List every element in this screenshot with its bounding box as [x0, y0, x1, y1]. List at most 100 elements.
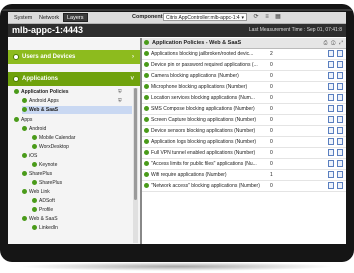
- measure-name: Microphone blocking applications (Number…: [151, 84, 248, 90]
- measure-value: 0: [270, 73, 273, 79]
- graph-icon[interactable]: [328, 149, 334, 156]
- detail-icon[interactable]: [337, 50, 343, 57]
- graph-icon[interactable]: [328, 105, 334, 112]
- graph-icon[interactable]: [328, 127, 334, 134]
- tree-item-android[interactable]: Android: [22, 125, 46, 133]
- graph-icon[interactable]: [328, 182, 334, 189]
- graph-icon[interactable]: [328, 83, 334, 90]
- device-name: mlb-appc-1:4443: [12, 25, 84, 35]
- scrollbar-thumb[interactable]: [134, 88, 137, 200]
- measure-row[interactable]: Camera blocking applications (Number) 0: [142, 71, 346, 82]
- measure-row[interactable]: "Access limits for public files" applica…: [142, 159, 346, 170]
- refresh-icon[interactable]: ⟳: [252, 13, 260, 21]
- detail-icon[interactable]: [337, 160, 343, 167]
- tree-item-application-policies[interactable]: Application Policies ⛨: [14, 88, 122, 96]
- measure-name: Wifi require applications (Number): [151, 172, 227, 178]
- shield-icon: ⛨: [118, 89, 122, 95]
- measure-row[interactable]: SMS Compose blocking applications (Numbe…: [142, 104, 346, 115]
- measure-row[interactable]: Screen Capture blocking applications (Nu…: [142, 115, 346, 126]
- tree-item-shareplus-child[interactable]: SharePlus: [32, 179, 62, 187]
- graph-icon[interactable]: [328, 160, 334, 167]
- status-ok-icon: [144, 73, 149, 78]
- tree-item-apps[interactable]: Apps: [14, 116, 32, 124]
- tree-item-web-saas-selected[interactable]: Web & SaaS: [22, 106, 132, 114]
- detail-icon[interactable]: [337, 149, 343, 156]
- detail-icon[interactable]: [337, 72, 343, 79]
- graph-icon[interactable]: [328, 138, 334, 145]
- tree-item-mobile-calendar[interactable]: Mobile Calendar: [32, 134, 75, 142]
- detail-icon[interactable]: [337, 138, 343, 145]
- measure-row[interactable]: Device pin or password required applicat…: [142, 60, 346, 71]
- tree-item-ios[interactable]: iOS: [22, 152, 37, 160]
- status-ok-icon: [22, 153, 27, 159]
- detail-icon[interactable]: [337, 116, 343, 123]
- tree-item-keynote[interactable]: Keynote: [32, 161, 57, 169]
- graph-icon[interactable]: [328, 116, 334, 123]
- component-select[interactable]: Citrix AppController:mlb-appc-1:4 ▾: [163, 13, 247, 21]
- last-measurement-time: Last Measurement Time : Sep 01, 07:41:8: [248, 27, 342, 33]
- detail-icon[interactable]: [337, 127, 343, 134]
- status-ok-icon: [144, 95, 149, 100]
- detail-icon[interactable]: [337, 83, 343, 90]
- measure-value: 1: [270, 172, 273, 178]
- chevron-down-icon: ˅: [130, 76, 134, 82]
- tab-layers[interactable]: Layers: [63, 13, 88, 22]
- measures-panel: Application Policies - Web & SaaS ⎙ ⓘ ⤢ …: [142, 38, 346, 244]
- detail-icon[interactable]: [337, 94, 343, 101]
- tree-item-profile[interactable]: Profile: [32, 206, 53, 214]
- tree-scrollbar[interactable]: [133, 88, 138, 243]
- tree-item-shareplus[interactable]: SharePlus: [22, 170, 52, 178]
- measure-name: Screen Capture blocking applications (Nu…: [151, 117, 257, 123]
- tab-system[interactable]: System: [10, 13, 36, 22]
- measure-row[interactable]: Wifi require applications (Number) 1: [142, 170, 346, 181]
- status-ok-icon: [22, 107, 27, 113]
- graph-icon[interactable]: [328, 50, 334, 57]
- shield-icon: ⛨: [118, 98, 122, 104]
- tree-item-android-apps[interactable]: Android Apps ⛨: [22, 97, 122, 105]
- status-ok-icon: [144, 139, 149, 144]
- tree-item-web-saas[interactable]: Web & SaaS: [22, 215, 58, 223]
- tree-item-web-link[interactable]: Web Link: [22, 188, 50, 196]
- measure-row[interactable]: Full VPN tunnel enabled applications (Nu…: [142, 148, 346, 159]
- status-ok-icon: [144, 183, 149, 188]
- top-nav-bar: System Network Layers Component Citrix A…: [8, 12, 346, 24]
- graph-icon[interactable]: [328, 94, 334, 101]
- measure-value: 0: [270, 183, 273, 189]
- measure-row[interactable]: Application logs blocking applications (…: [142, 137, 346, 148]
- status-ok-icon: [22, 216, 27, 222]
- tab-network[interactable]: Network: [35, 13, 63, 22]
- graph-icon[interactable]: [328, 171, 334, 178]
- monitor-screen: System Network Layers Component Citrix A…: [8, 12, 346, 244]
- graph-icon[interactable]: [328, 61, 334, 68]
- tree-item-linkedin[interactable]: LinkedIn: [32, 224, 58, 232]
- status-ok-icon: [144, 128, 149, 133]
- status-dot-icon: [13, 54, 19, 60]
- measure-value: 0: [270, 161, 273, 167]
- measure-name: Device sensors blocking applications (Nu…: [151, 128, 256, 134]
- users-devices-section[interactable]: Users and Devices ›: [8, 50, 140, 64]
- measure-name: Location services blocking applications …: [151, 95, 255, 101]
- measure-name: SMS Compose blocking applications (Numbe…: [151, 106, 255, 112]
- graph-icon[interactable]: [328, 72, 334, 79]
- status-ok-icon: [144, 117, 149, 122]
- detail-icon[interactable]: [337, 182, 343, 189]
- measure-row[interactable]: "Network access" blocking applications (…: [142, 181, 346, 192]
- detail-icon[interactable]: [337, 171, 343, 178]
- measure-row[interactable]: Device sensors blocking applications (Nu…: [142, 126, 346, 137]
- panel-tools-icon[interactable]: ⎙ ⓘ ⤢: [324, 39, 344, 47]
- tree-item-adsoft[interactable]: ADSoft: [32, 197, 55, 205]
- monitor-shadow: [18, 262, 336, 271]
- status-ok-icon: [32, 198, 37, 204]
- measure-row[interactable]: Applications blocking jailbroken/rooted …: [142, 49, 346, 60]
- tree-view-icon[interactable]: ≡: [263, 13, 271, 21]
- detail-icon[interactable]: [337, 105, 343, 112]
- detail-icon[interactable]: [337, 61, 343, 68]
- applications-section[interactable]: Applications ˅: [8, 72, 140, 86]
- measure-row[interactable]: Location services blocking applications …: [142, 93, 346, 104]
- measure-row[interactable]: Microphone blocking applications (Number…: [142, 82, 346, 93]
- measure-name: Application logs blocking applications (…: [151, 139, 257, 145]
- measures-header: Application Policies - Web & SaaS ⎙ ⓘ ⤢: [142, 38, 346, 49]
- status-ok-icon: [32, 135, 37, 141]
- grid-view-icon[interactable]: ▦: [274, 13, 282, 21]
- tree-item-worxdesktop[interactable]: WorxDesktop: [32, 143, 69, 151]
